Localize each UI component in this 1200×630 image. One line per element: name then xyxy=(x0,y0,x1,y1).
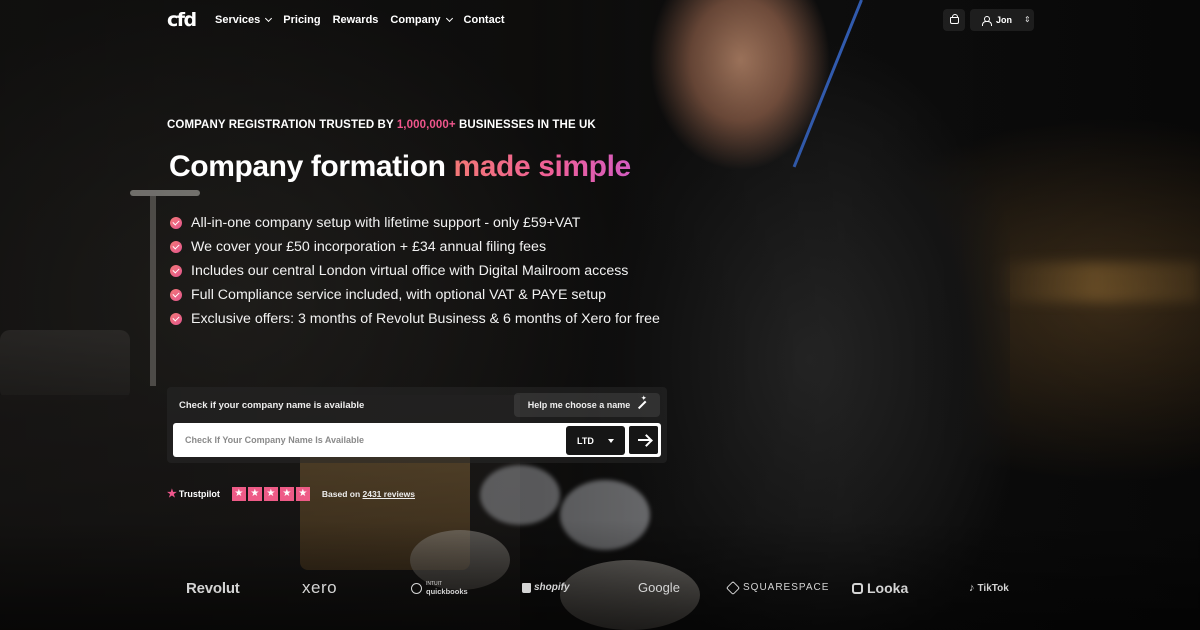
list-item: We cover your £50 incorporation + £34 an… xyxy=(170,238,670,257)
shopping-bag-icon xyxy=(522,582,531,593)
chevron-down-icon xyxy=(265,14,273,23)
feature-text: Includes our central London virtual offi… xyxy=(191,263,629,279)
check-circle-icon xyxy=(170,241,182,253)
tiktok-text: TikTok xyxy=(977,582,1009,594)
based-on-text: Based on xyxy=(321,489,363,499)
eyebrow-text: COMPANY REGISTRATION TRUSTED BY xyxy=(167,119,397,131)
trustpilot-logo[interactable]: ★ Trustpilot xyxy=(167,487,220,500)
feature-text: Full Compliance service included, with o… xyxy=(191,287,607,303)
check-circle-icon xyxy=(170,265,182,277)
list-item: All-in-one company setup with lifetime s… xyxy=(170,214,670,233)
page-title: Company formation made simple xyxy=(169,150,631,184)
check-circle-icon xyxy=(170,217,182,229)
eyebrow-count: 1,000,000+ xyxy=(396,119,456,131)
search-row: LTD xyxy=(173,423,661,457)
nav-item-pricing[interactable]: Pricing xyxy=(283,14,320,26)
company-type-value: LTD xyxy=(577,435,594,446)
quickbooks-text: quickbooks xyxy=(426,587,468,596)
search-card-title: Check if your company name is available xyxy=(179,400,365,411)
search-submit-button[interactable] xyxy=(628,425,659,455)
star-icon: ★ xyxy=(247,487,262,501)
quickbooks-icon xyxy=(411,582,422,594)
user-icon xyxy=(982,15,992,26)
nav-item-rewards-label: Rewards xyxy=(332,14,379,26)
star-icon: ★ xyxy=(295,487,310,501)
arrow-right-icon xyxy=(637,439,650,441)
reviews-summary: Based on 2431 reviews xyxy=(322,489,415,499)
help-button-label: Help me choose a name xyxy=(527,400,631,410)
title-plain: Company formation xyxy=(169,150,454,183)
star-rating: ★ ★ ★ ★ ★ xyxy=(231,487,310,501)
xero-logo: xero xyxy=(302,578,338,597)
help-choose-name-button[interactable]: Help me choose a name xyxy=(514,393,660,417)
star-icon: ★ xyxy=(167,487,177,500)
user-menu-button[interactable]: Jon ⇕ xyxy=(970,9,1034,31)
nav-item-contact-label: Contact xyxy=(463,14,505,26)
cfd-logo[interactable]: cfd xyxy=(167,11,197,30)
feature-text: All-in-one company setup with lifetime s… xyxy=(191,215,581,231)
check-circle-icon xyxy=(170,289,182,301)
star-icon: ★ xyxy=(263,487,278,501)
chevron-down-icon xyxy=(445,14,453,23)
list-item: Includes our central London virtual offi… xyxy=(170,262,670,281)
looka-icon xyxy=(852,582,863,594)
top-navigation: cfd Services Pricing Rewards Company Con… xyxy=(0,0,1200,40)
check-circle-icon xyxy=(170,313,182,325)
basket-button[interactable] xyxy=(943,9,965,31)
tiktok-logo: ♪ TikTok xyxy=(969,582,1009,594)
user-name: Jon xyxy=(996,15,1013,25)
eyebrow-text-end: BUSINESSES IN THE UK xyxy=(455,119,596,131)
looka-text: Looka xyxy=(867,580,909,596)
company-name-input[interactable] xyxy=(173,423,563,457)
partner-logos: Revolut xero INTUIT quickbooks shopify G… xyxy=(0,578,1200,600)
squarespace-logo: SQUARESPACE xyxy=(725,580,830,595)
nav-item-services-label: Services xyxy=(215,14,261,26)
trustpilot-brand: Trustpilot xyxy=(178,489,220,499)
revolut-logo: Revolut xyxy=(186,580,240,597)
magic-wand-icon xyxy=(636,395,646,410)
nav-item-contact[interactable]: Contact xyxy=(464,14,505,26)
squarespace-icon xyxy=(725,580,741,595)
nav-item-pricing-label: Pricing xyxy=(283,14,321,26)
quickbooks-logo: INTUIT quickbooks xyxy=(411,581,468,595)
basket-icon xyxy=(949,13,959,24)
title-accent: made simple xyxy=(453,150,631,183)
feature-list: All-in-one company setup with lifetime s… xyxy=(170,214,670,334)
google-logo: Google xyxy=(638,580,680,595)
nav-item-rewards[interactable]: Rewards xyxy=(333,14,379,26)
chevron-up-down-icon: ⇕ xyxy=(1024,15,1031,24)
caret-down-icon xyxy=(608,439,614,443)
main-menu: Services Pricing Rewards Company Contact xyxy=(215,14,505,26)
trustpilot-rating: ★ Trustpilot ★ ★ ★ ★ ★ Based on 2431 rev… xyxy=(167,487,415,501)
nav-item-company-label: Company xyxy=(390,14,441,26)
list-item: Full Compliance service included, with o… xyxy=(170,286,670,305)
hero-eyebrow: COMPANY REGISTRATION TRUSTED BY 1,000,00… xyxy=(167,119,596,131)
company-name-search-card: Check if your company name is available … xyxy=(167,387,667,463)
squarespace-text: SQUARESPACE xyxy=(743,582,830,593)
company-type-select[interactable]: LTD xyxy=(566,426,625,455)
tiktok-icon: ♪ xyxy=(969,582,975,594)
nav-item-services[interactable]: Services xyxy=(215,14,273,26)
star-icon: ★ xyxy=(279,487,294,501)
shopify-text: shopify xyxy=(534,582,570,593)
nav-item-company[interactable]: Company xyxy=(390,14,453,26)
list-item: Exclusive offers: 3 months of Revolut Bu… xyxy=(170,310,670,329)
feature-text: Exclusive offers: 3 months of Revolut Bu… xyxy=(191,311,660,327)
shopify-logo: shopify xyxy=(522,582,570,593)
star-icon: ★ xyxy=(231,487,246,501)
reviews-link[interactable]: 2431 reviews xyxy=(363,489,415,499)
looka-logo: Looka xyxy=(852,580,908,596)
feature-text: We cover your £50 incorporation + £34 an… xyxy=(191,239,547,255)
